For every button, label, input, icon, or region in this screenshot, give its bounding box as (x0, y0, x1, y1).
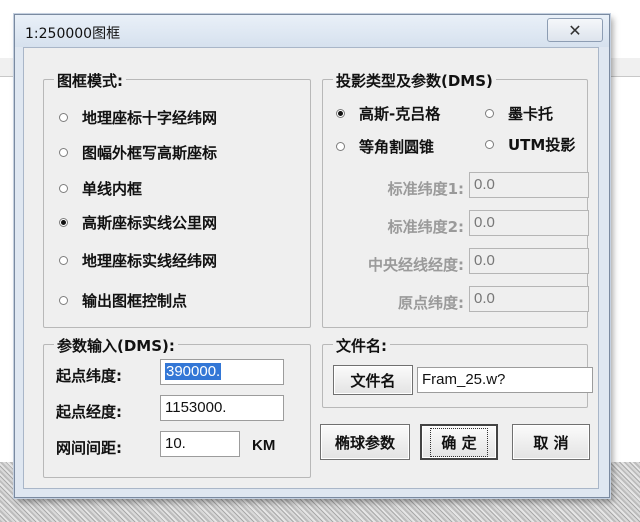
std-lat2-label: 标准纬度2: (387, 218, 464, 236)
radio-frame-mode-4[interactable]: 地理座标实线经纬网 (59, 250, 217, 271)
radio-indicator[interactable] (59, 296, 68, 305)
std-lat2-input[interactable]: 0.0 (469, 210, 589, 236)
radio-indicator[interactable] (336, 142, 345, 151)
radio-indicator[interactable] (485, 109, 494, 118)
radio-indicator[interactable] (485, 140, 494, 149)
std-lat1-input[interactable]: 0.0 (469, 172, 589, 198)
start-lat-value: 390000. (165, 363, 222, 380)
param-input-group: 参数输入(DMS): 起点纬度: 390000. 起点经度: 1153000. … (43, 335, 311, 478)
ellipsoid-params-button[interactable]: 椭球参数 (320, 424, 410, 460)
radio-label: 高斯座标实线公里网 (82, 214, 218, 232)
ok-button[interactable]: 确 定 (420, 424, 498, 460)
radio-frame-mode-2[interactable]: 单线内框 (59, 178, 142, 199)
radio-frame-mode-1[interactable]: 图幅外框写高斯座标 (59, 142, 217, 163)
radio-frame-mode-0[interactable]: 地理座标十字经纬网 (59, 107, 217, 128)
param-input-title: 参数输入(DMS): (54, 335, 178, 356)
frame-mode-title: 图框模式: (54, 70, 126, 91)
radio-projection-mercator[interactable]: 墨卡托 (485, 103, 553, 124)
origin-lat-label: 原点纬度: (398, 294, 464, 312)
frame-dialog: 1:250000图框 ✕ 图框模式: 地理座标十字经纬网 图幅外框写高斯座标 单… (14, 14, 610, 498)
file-name-group: 文件名: 文件名 Fram_25.w? (322, 335, 593, 408)
radio-label: 输出图框控制点 (82, 292, 188, 310)
radio-indicator[interactable] (59, 256, 68, 265)
start-lon-input[interactable]: 1153000. (160, 395, 284, 421)
grid-unit-label: KM (252, 437, 276, 454)
title-bar[interactable]: 1:250000图框 ✕ (15, 15, 609, 47)
radio-label: 单线内框 (82, 180, 143, 198)
radio-frame-mode-3[interactable]: 高斯座标实线公里网 (59, 212, 217, 233)
dialog-client-area: 图框模式: 地理座标十字经纬网 图幅外框写高斯座标 单线内框 高斯座标实线公里网… (23, 47, 599, 489)
origin-lat-input[interactable]: 0.0 (469, 286, 589, 312)
ok-button-label: 确 定 (430, 427, 488, 457)
radio-label: UTM投影 (508, 136, 576, 154)
central-meridian-input[interactable]: 0.0 (469, 248, 589, 274)
start-lat-input[interactable]: 390000. (160, 359, 284, 385)
radio-indicator[interactable] (59, 184, 68, 193)
file-name-button[interactable]: 文件名 (333, 365, 413, 395)
file-name-title: 文件名: (333, 335, 390, 356)
projection-title: 投影类型及参数(DMS) (333, 70, 496, 91)
radio-label: 等角割圆锥 (359, 138, 435, 156)
window-title: 1:250000图框 (25, 26, 121, 42)
start-lon-label: 起点经度: (56, 403, 122, 421)
radio-projection-gauss[interactable]: 高斯-克吕格 (336, 103, 440, 124)
radio-indicator[interactable] (59, 148, 68, 157)
radio-projection-utm[interactable]: UTM投影 (485, 134, 575, 155)
central-meridian-label: 中央经线经度: (368, 256, 464, 274)
radio-label: 地理座标实线经纬网 (82, 252, 218, 270)
radio-frame-mode-5[interactable]: 输出图框控制点 (59, 290, 187, 311)
radio-projection-conic[interactable]: 等角割圆锥 (336, 136, 434, 157)
close-button[interactable]: ✕ (547, 18, 603, 42)
radio-indicator[interactable] (336, 109, 345, 118)
close-icon: ✕ (568, 20, 582, 40)
file-name-input[interactable]: Fram_25.w? (417, 367, 593, 393)
cancel-button[interactable]: 取 消 (512, 424, 590, 460)
radio-label: 图幅外框写高斯座标 (82, 144, 218, 162)
radio-indicator[interactable] (59, 113, 68, 122)
radio-label: 高斯-克吕格 (359, 105, 441, 123)
radio-label: 地理座标十字经纬网 (82, 109, 218, 127)
grid-spacing-label: 网间间距: (56, 439, 122, 457)
grid-spacing-input[interactable]: 10. (160, 431, 240, 457)
projection-group: 投影类型及参数(DMS) 高斯-克吕格 墨卡托 等角割圆锥 UTM投影 标准纬度… (322, 70, 589, 328)
background-fragment (0, 60, 14, 74)
radio-indicator[interactable] (59, 218, 68, 227)
start-lat-label: 起点纬度: (56, 367, 122, 385)
frame-mode-group: 图框模式: 地理座标十字经纬网 图幅外框写高斯座标 单线内框 高斯座标实线公里网… (43, 70, 311, 328)
radio-label: 墨卡托 (508, 105, 554, 123)
std-lat1-label: 标准纬度1: (387, 180, 464, 198)
